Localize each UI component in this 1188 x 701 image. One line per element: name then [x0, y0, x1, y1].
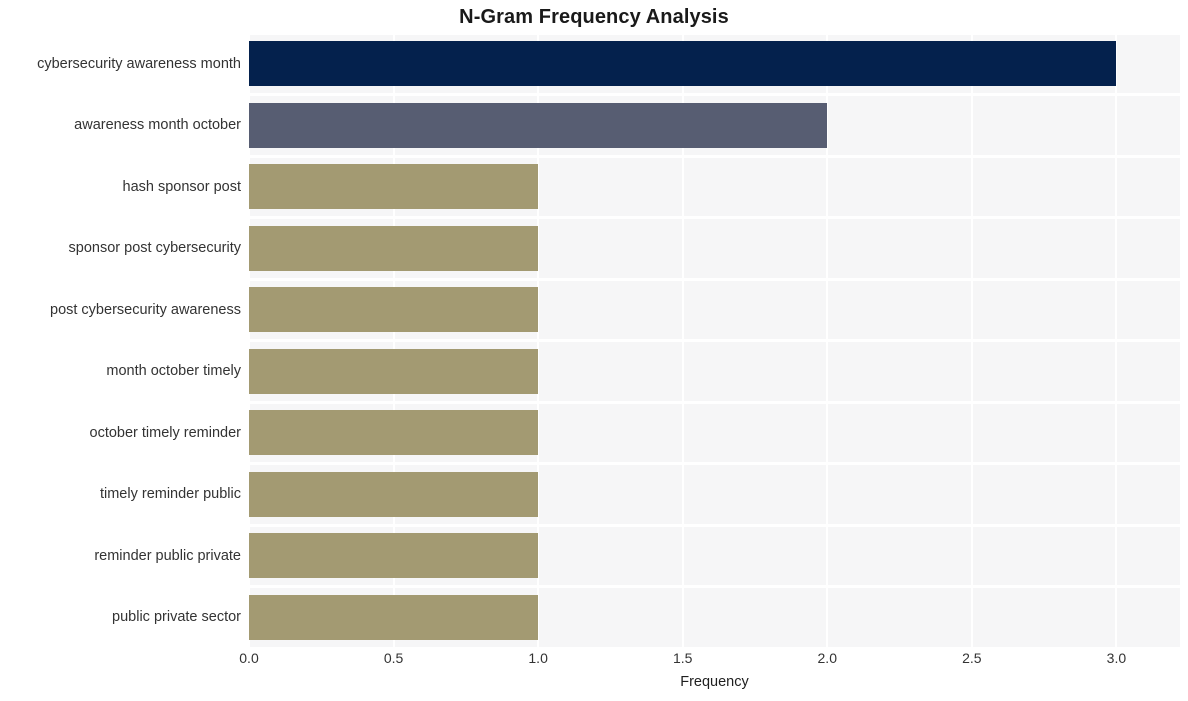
bar: [249, 164, 539, 210]
y-axis-tick-label: cybersecurity awareness month: [37, 55, 241, 72]
x-axis-tick-label: 0.5: [383, 650, 404, 666]
x-axis-tick-label: 2.5: [962, 650, 982, 666]
y-axis-tick-label: october timely reminder: [89, 424, 242, 441]
bar: [249, 348, 539, 394]
bar: [249, 471, 539, 517]
y-axis-tick-label: awareness month october: [74, 117, 241, 134]
y-axis-tick-label: timely reminder public: [99, 486, 241, 503]
y-axis-tick-labels: cybersecurity awareness month awareness m…: [0, 33, 241, 648]
bar: [249, 287, 539, 333]
x-axis-tick-label: 1.0: [528, 650, 548, 666]
y-axis-tick-label: public private sector: [112, 609, 241, 626]
bar: [249, 102, 828, 148]
y-axis-tick-label: post cybersecurity awareness: [50, 301, 241, 318]
x-axis-title: Frequency: [680, 674, 749, 690]
x-axis-tick-labels: 0.0 0.5 1.0 1.5 2.0 2.5 3.0: [239, 650, 1180, 674]
y-axis-tick-label: sponsor post cybersecurity: [68, 240, 241, 257]
page-title: N-Gram Frequency Analysis: [459, 6, 729, 28]
bar: [249, 41, 1117, 87]
bar: [249, 594, 539, 640]
plot-area: [249, 33, 1180, 648]
x-axis-tick-label: 0.0: [239, 650, 259, 666]
x-axis-tick-label: 2.0: [817, 650, 837, 666]
y-axis-tick-label: reminder public private: [94, 547, 241, 564]
bar: [249, 410, 539, 456]
y-axis-tick-label: hash sponsor post: [122, 178, 242, 195]
chart-figure: N-Gram Frequency Analysis cybersecurity …: [0, 0, 1188, 701]
bar: [249, 533, 539, 579]
bars-series: [249, 33, 1180, 648]
x-axis-tick-label: 3.0: [1106, 650, 1127, 666]
bar: [249, 225, 539, 271]
x-axis-tick-label: 1.5: [672, 650, 693, 666]
y-axis-tick-label: month october timely: [106, 363, 241, 380]
